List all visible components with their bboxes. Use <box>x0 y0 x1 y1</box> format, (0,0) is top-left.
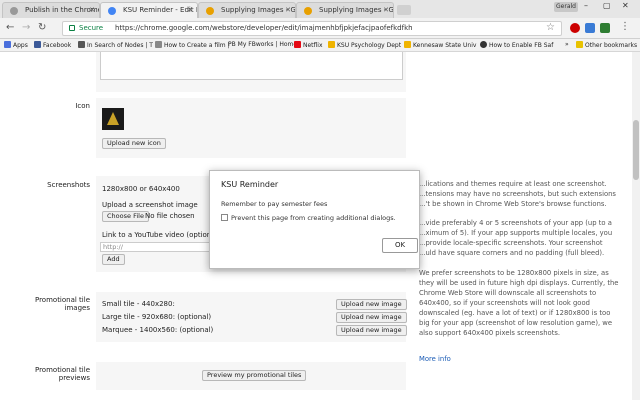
bookmark-ksu-psych[interactable]: KSU Psychology Dept <box>328 41 401 49</box>
close-window-icon[interactable]: ✕ <box>622 1 629 10</box>
bookmarks-bar: Apps Facebook In Search of Nodes | T How… <box>0 39 640 52</box>
back-icon[interactable]: ← <box>6 22 14 33</box>
netflix-icon <box>294 41 301 48</box>
upload-screenshot-label: Upload a screenshot image <box>102 201 198 209</box>
bookmark-kennesaw[interactable]: Kennesaw State Univ <box>404 41 476 49</box>
youtube-label: Link to a YouTube video (optional) <box>102 231 221 239</box>
previews-label: Promotional tile previews <box>34 366 90 382</box>
bookmarks-overflow[interactable]: » <box>565 41 569 48</box>
screenshots-label: Screenshots <box>47 181 90 189</box>
page-icon <box>328 41 335 48</box>
chrome-icon <box>206 7 214 15</box>
page-icon <box>78 41 85 48</box>
forward-icon[interactable]: → <box>22 22 30 33</box>
chrome-icon <box>304 7 312 15</box>
bookmark-fbworks[interactable]: PB My FBworks | Home <box>228 41 297 48</box>
apps-grid-icon <box>4 41 11 48</box>
scrollbar-thumb[interactable] <box>633 120 639 180</box>
scrollbar[interactable] <box>632 52 640 400</box>
tab-edit-item[interactable]: KSU Reminder - Edit Item ✕ <box>100 2 198 18</box>
bookmark-apps[interactable]: Apps <box>4 41 28 49</box>
tab-strip: Publish in the Chrome Web... ✕ KSU Remin… <box>0 0 640 18</box>
app-icon-image <box>102 108 124 130</box>
close-icon[interactable]: ✕ <box>89 6 95 14</box>
other-bookmarks[interactable]: Other bookmarks <box>576 41 637 49</box>
tab-supplying-images-2[interactable]: Supplying Images - Goo... ✕ <box>296 2 394 18</box>
lock-icon <box>69 25 75 31</box>
bookmark-enable-fb[interactable]: How to Enable FB Saf <box>480 41 553 49</box>
upload-icon-button[interactable]: Upload new icon <box>102 138 166 149</box>
help-paragraph-1: ...lications and themes require at least… <box>419 180 616 208</box>
more-info-link[interactable]: More info <box>419 354 629 364</box>
close-icon[interactable]: ✕ <box>383 6 389 14</box>
preview-tiles-button[interactable]: Preview my promotional tiles <box>202 370 307 381</box>
icon-panel <box>96 98 406 158</box>
alert-dialog: KSU Reminder Remember to pay semester fe… <box>209 170 420 269</box>
bookmark-star-icon[interactable]: ☆ <box>546 22 555 33</box>
address-bar[interactable]: Secure https://chrome.google.com/webstor… <box>62 21 562 36</box>
help-paragraph-3: We prefer screenshots to be 1280x800 pix… <box>419 269 619 337</box>
chrome-webstore-icon <box>108 7 116 15</box>
large-tile-text: Large tile - 920x680: (optional) <box>102 313 212 321</box>
choose-file-button[interactable]: Choose File <box>102 211 149 222</box>
facebook-icon <box>34 41 41 48</box>
page-icon <box>155 41 162 48</box>
tab-publish[interactable]: Publish in the Chrome Web... ✕ <box>2 2 100 18</box>
toolbar: ← → ↻ Secure https://chrome.google.com/w… <box>0 18 640 39</box>
upload-marquee-button[interactable]: Upload new image <box>336 325 407 336</box>
dialog-title: KSU Reminder <box>221 180 279 189</box>
opera-extension-icon[interactable] <box>570 23 580 33</box>
chrome-icon <box>10 7 18 15</box>
description-textarea[interactable] <box>100 52 403 80</box>
help-paragraph-2: ...vide preferably 4 or 5 screenshots of… <box>419 219 613 257</box>
prevent-dialogs-checkbox[interactable] <box>221 214 228 221</box>
close-icon[interactable]: ✕ <box>187 6 193 14</box>
new-tab-button[interactable] <box>397 5 411 15</box>
close-icon[interactable]: ✕ <box>285 6 291 14</box>
page-icon <box>480 41 487 48</box>
url-text[interactable]: https://chrome.google.com/webstore/devel… <box>115 24 413 32</box>
no-file-text: No file chosen <box>145 212 195 220</box>
dialog-message: Remember to pay semester fees <box>221 200 328 208</box>
screenshot-size-text: 1280x800 or 640x400 <box>102 185 180 193</box>
small-tile-text: Small tile - 440x280: <box>102 300 175 308</box>
page-icon <box>404 41 411 48</box>
folder-icon <box>576 41 583 48</box>
dialog-ok-button[interactable]: OK <box>382 238 418 253</box>
promo-label: Promotional tile images <box>34 296 90 312</box>
add-video-button[interactable]: Add <box>102 254 125 265</box>
minimize-icon[interactable]: – <box>584 1 588 10</box>
youtube-url-input[interactable]: http:// <box>100 242 210 252</box>
marquee-text: Marquee - 1400x560: (optional) <box>102 326 214 334</box>
maximize-icon[interactable]: ▢ <box>603 1 611 10</box>
bookmark-create-film[interactable]: How to Create a film | <box>155 41 230 49</box>
bookmark-search-nodes[interactable]: In Search of Nodes | T <box>78 41 153 49</box>
prevent-dialogs-label[interactable]: Prevent this page from creating addition… <box>231 214 396 222</box>
profile-button[interactable]: Gerald <box>554 2 578 12</box>
bookmark-facebook[interactable]: Facebook <box>34 41 71 49</box>
tab-supplying-images-1[interactable]: Supplying Images - Goo... ✕ <box>198 2 296 18</box>
menu-icon[interactable]: ⋮ <box>620 21 630 32</box>
bookmark-netflix[interactable]: Netflix <box>294 41 323 49</box>
upload-small-tile-button[interactable]: Upload new image <box>336 299 407 310</box>
reload-icon[interactable]: ↻ <box>38 22 46 33</box>
extension-icon-2[interactable] <box>600 23 610 33</box>
extension-icon[interactable] <box>585 23 595 33</box>
upload-large-tile-button[interactable]: Upload new image <box>336 312 407 323</box>
icon-label: Icon <box>75 102 90 110</box>
secure-label: Secure <box>79 24 104 32</box>
